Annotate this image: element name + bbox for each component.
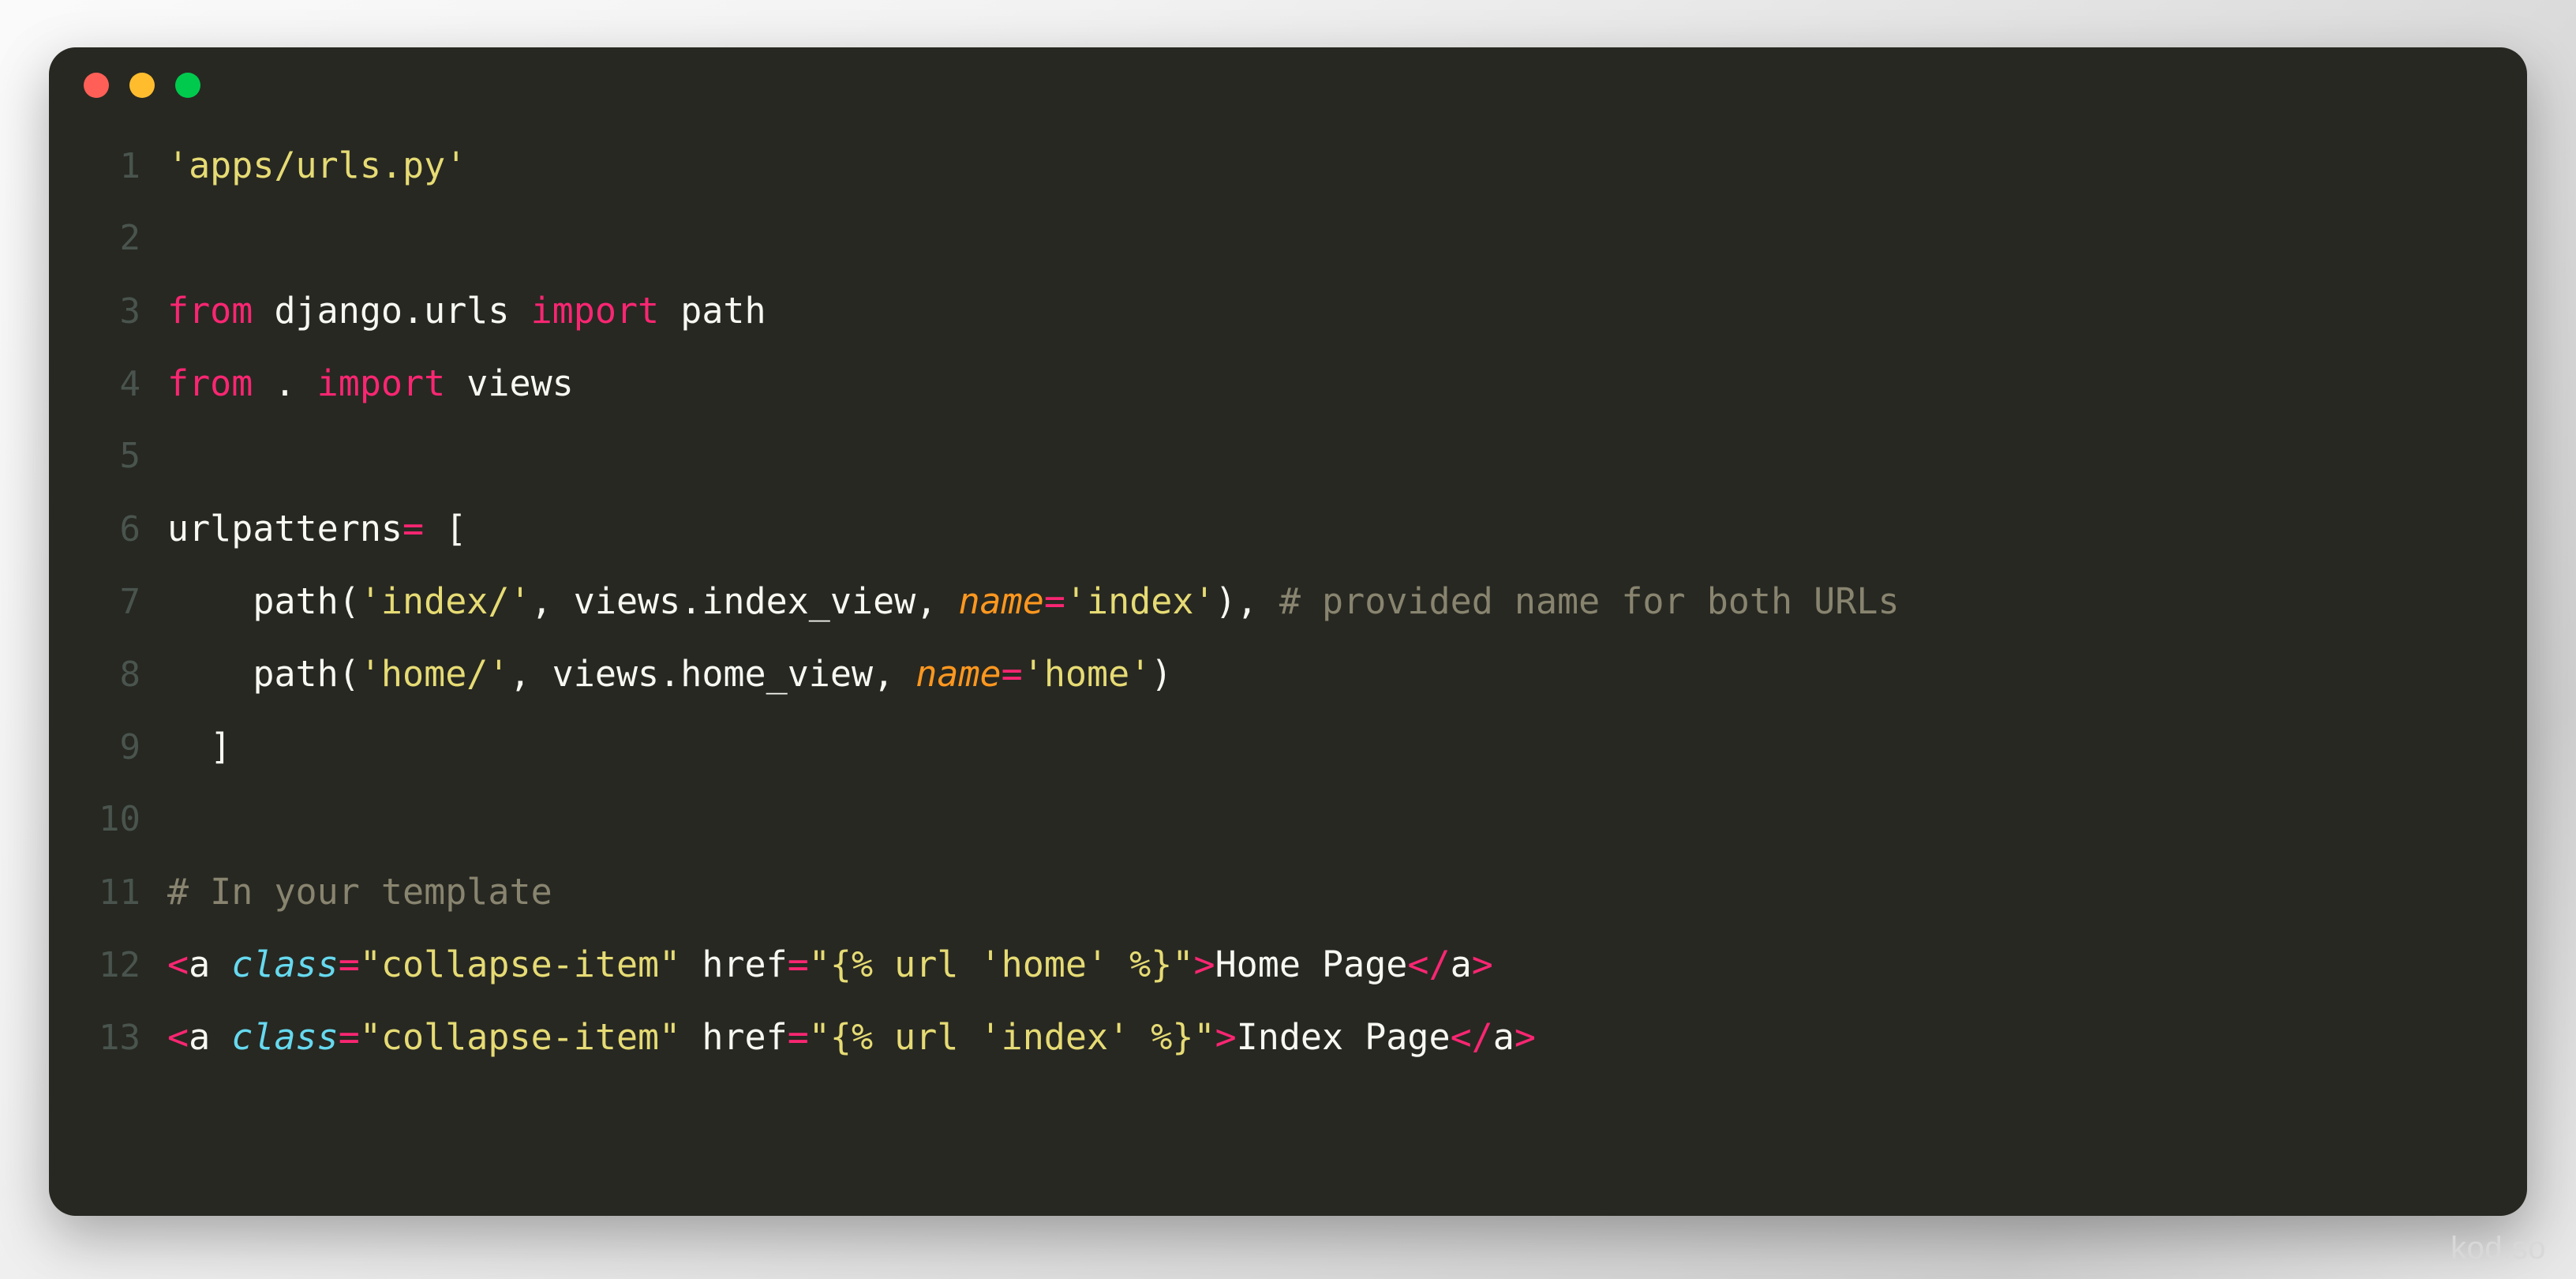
code-token: > (1471, 943, 1493, 985)
code-token: = (338, 1016, 360, 1058)
code-line: 8 path('home/', views.home_view, name='h… (49, 638, 2527, 711)
line-number: 10 (99, 799, 140, 839)
watermark: kod.so (2451, 1231, 2546, 1266)
code-token: name (958, 580, 1044, 622)
code-token: ) (1151, 653, 1173, 695)
code-token: > (1193, 943, 1215, 985)
code-token: 'index' (1065, 580, 1215, 622)
maximize-button-icon[interactable] (175, 73, 200, 98)
line-number: 6 (119, 509, 141, 549)
code-line: 1 'apps/urls.py' (49, 129, 2527, 202)
code-token: a (189, 1016, 232, 1058)
code-token: "collapse-item" (359, 1016, 681, 1058)
line-number: 13 (99, 1018, 140, 1058)
code-line-text: <a class="collapse-item" href="{% url 'i… (167, 1001, 2527, 1074)
code-token: 'home/' (359, 653, 510, 695)
code-token: class (231, 943, 339, 985)
code-token: 'index/' (359, 580, 531, 622)
code-token: </ (1450, 1016, 1493, 1058)
code-token: "{% url 'index' %}" (808, 1016, 1215, 1058)
code-token: ] (167, 726, 232, 767)
close-button-icon[interactable] (84, 73, 109, 98)
code-token: import (530, 290, 660, 332)
line-number: 5 (119, 436, 141, 476)
code-token: views (445, 362, 574, 404)
code-line: 2 (49, 202, 2527, 275)
code-token: = (1043, 580, 1065, 622)
code-token: import (316, 362, 446, 404)
code-token: = (338, 943, 360, 985)
line-number: 11 (99, 872, 140, 913)
code-line-text: ] (167, 711, 2527, 783)
window-titlebar (49, 47, 2527, 123)
code-token: # In your template (167, 871, 552, 913)
code-token: ), (1215, 580, 1279, 622)
code-token: path( (167, 580, 360, 622)
code-token: href (680, 1016, 788, 1058)
code-line: 5 (49, 420, 2527, 493)
code-token: class (231, 1016, 339, 1058)
code-token: Index Page (1236, 1016, 1451, 1058)
code-line: 7 path('index/', views.index_view, name=… (49, 565, 2527, 638)
code-line-text: path('home/', views.home_view, name='hom… (167, 638, 2527, 711)
code-token: href (680, 943, 788, 985)
code-token: = (402, 508, 425, 549)
code-token: , views.home_view, (509, 653, 916, 695)
code-line: 6 urlpatterns= [ (49, 493, 2527, 565)
code-token: </ (1407, 943, 1451, 985)
code-line-text: from django.urls import path (167, 275, 2527, 347)
code-line: 13 <a class="collapse-item" href="{% url … (49, 1001, 2527, 1074)
code-editor[interactable]: 1 'apps/urls.py' 2 3 from django.urls import… (49, 123, 2527, 1074)
line-number: 9 (119, 727, 141, 767)
code-line: 12 <a class="collapse-item" href="{% url … (49, 928, 2527, 1001)
line-number: 12 (99, 945, 140, 985)
code-token: , views.index_view, (530, 580, 959, 622)
code-token: > (1514, 1016, 1536, 1058)
code-token: from (167, 290, 253, 332)
code-line: 11 # In your template (49, 856, 2527, 928)
code-token: path (659, 290, 766, 332)
code-line: 10 (49, 783, 2527, 856)
code-token: a (1492, 1016, 1515, 1058)
line-number: 2 (119, 218, 141, 258)
code-token: 'apps/urls.py' (167, 144, 467, 186)
code-token: = (1001, 653, 1023, 695)
code-token: # provided name for both URLs (1279, 580, 1900, 622)
code-line-text: # In your template (167, 856, 2527, 928)
code-token: name (915, 653, 1002, 695)
code-token: "collapse-item" (359, 943, 681, 985)
code-token: Home Page (1215, 943, 1408, 985)
code-line-text: path('index/', views.index_view, name='i… (167, 565, 2527, 638)
line-number: 1 (119, 146, 141, 186)
code-token: from (167, 362, 253, 404)
code-token: < (167, 943, 189, 985)
line-number: 3 (119, 291, 141, 332)
code-line-text: 'apps/urls.py' (167, 129, 2527, 202)
code-line: 3 from django.urls import path (49, 275, 2527, 347)
code-token: 'home' (1022, 653, 1151, 695)
code-token: < (167, 1016, 189, 1058)
code-line: 9 ] (49, 711, 2527, 783)
minimize-button-icon[interactable] (129, 73, 155, 98)
code-line-text: from . import views (167, 347, 2527, 420)
code-token: "{% url 'home' %}" (808, 943, 1194, 985)
code-token: . (253, 362, 317, 404)
code-line: 4 from . import views (49, 347, 2527, 420)
code-token: = (787, 943, 809, 985)
code-token: urlpatterns (167, 508, 403, 549)
code-token: django.urls (253, 290, 531, 332)
code-token: > (1215, 1016, 1237, 1058)
code-token: = (787, 1016, 809, 1058)
code-token: [ (424, 508, 467, 549)
code-line-text: urlpatterns= [ (167, 493, 2527, 565)
code-line-text: <a class="collapse-item" href="{% url 'h… (167, 928, 2527, 1001)
line-number: 4 (119, 364, 141, 404)
line-number: 8 (119, 655, 141, 695)
code-token: a (189, 943, 232, 985)
code-token: path( (167, 653, 360, 695)
code-token: a (1450, 943, 1472, 985)
code-window: 1 'apps/urls.py' 2 3 from django.urls import… (49, 47, 2527, 1216)
line-number: 7 (119, 582, 141, 622)
